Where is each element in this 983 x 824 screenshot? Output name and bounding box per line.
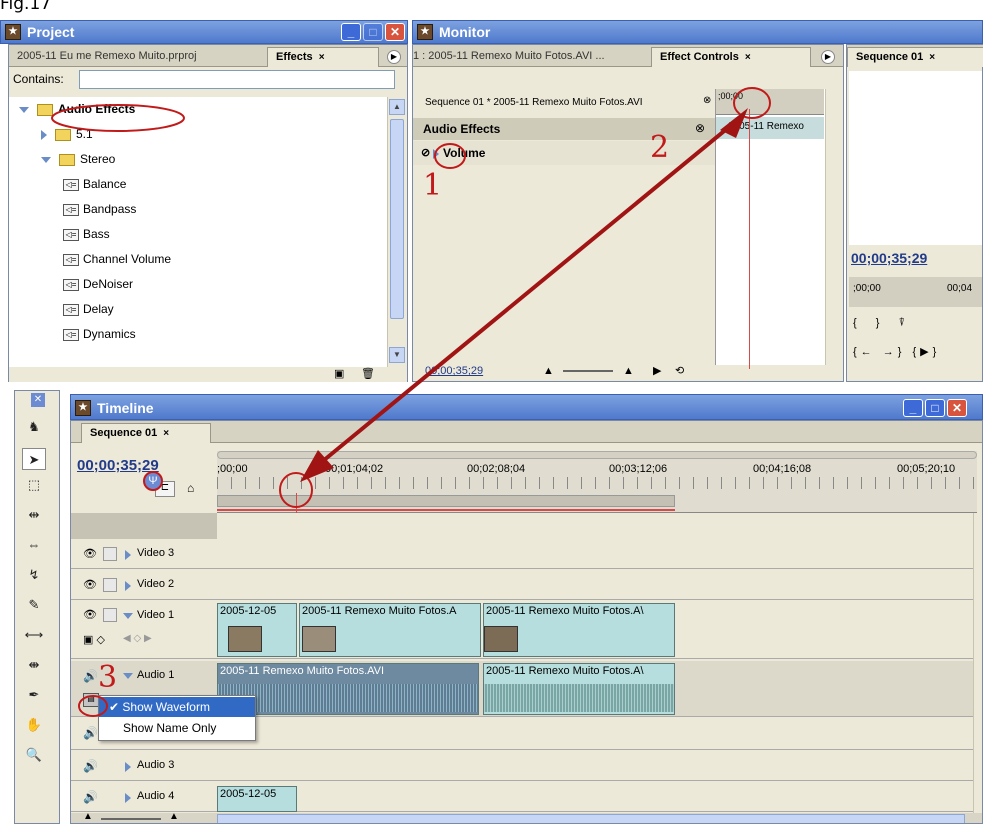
annotation-overlay [51, 87, 771, 717]
annotation-arrow [310, 116, 742, 472]
annotation-circle-ec-playhead [733, 87, 771, 119]
annotation-circle-display-style [78, 695, 108, 717]
annotation-number-1: 1 [423, 168, 443, 203]
annotation-number-3: 3 [98, 660, 118, 695]
annotation-circle-volume [434, 143, 466, 169]
annotation-circle-audio-effects [51, 104, 185, 132]
annotation-number-2: 2 [650, 130, 670, 165]
